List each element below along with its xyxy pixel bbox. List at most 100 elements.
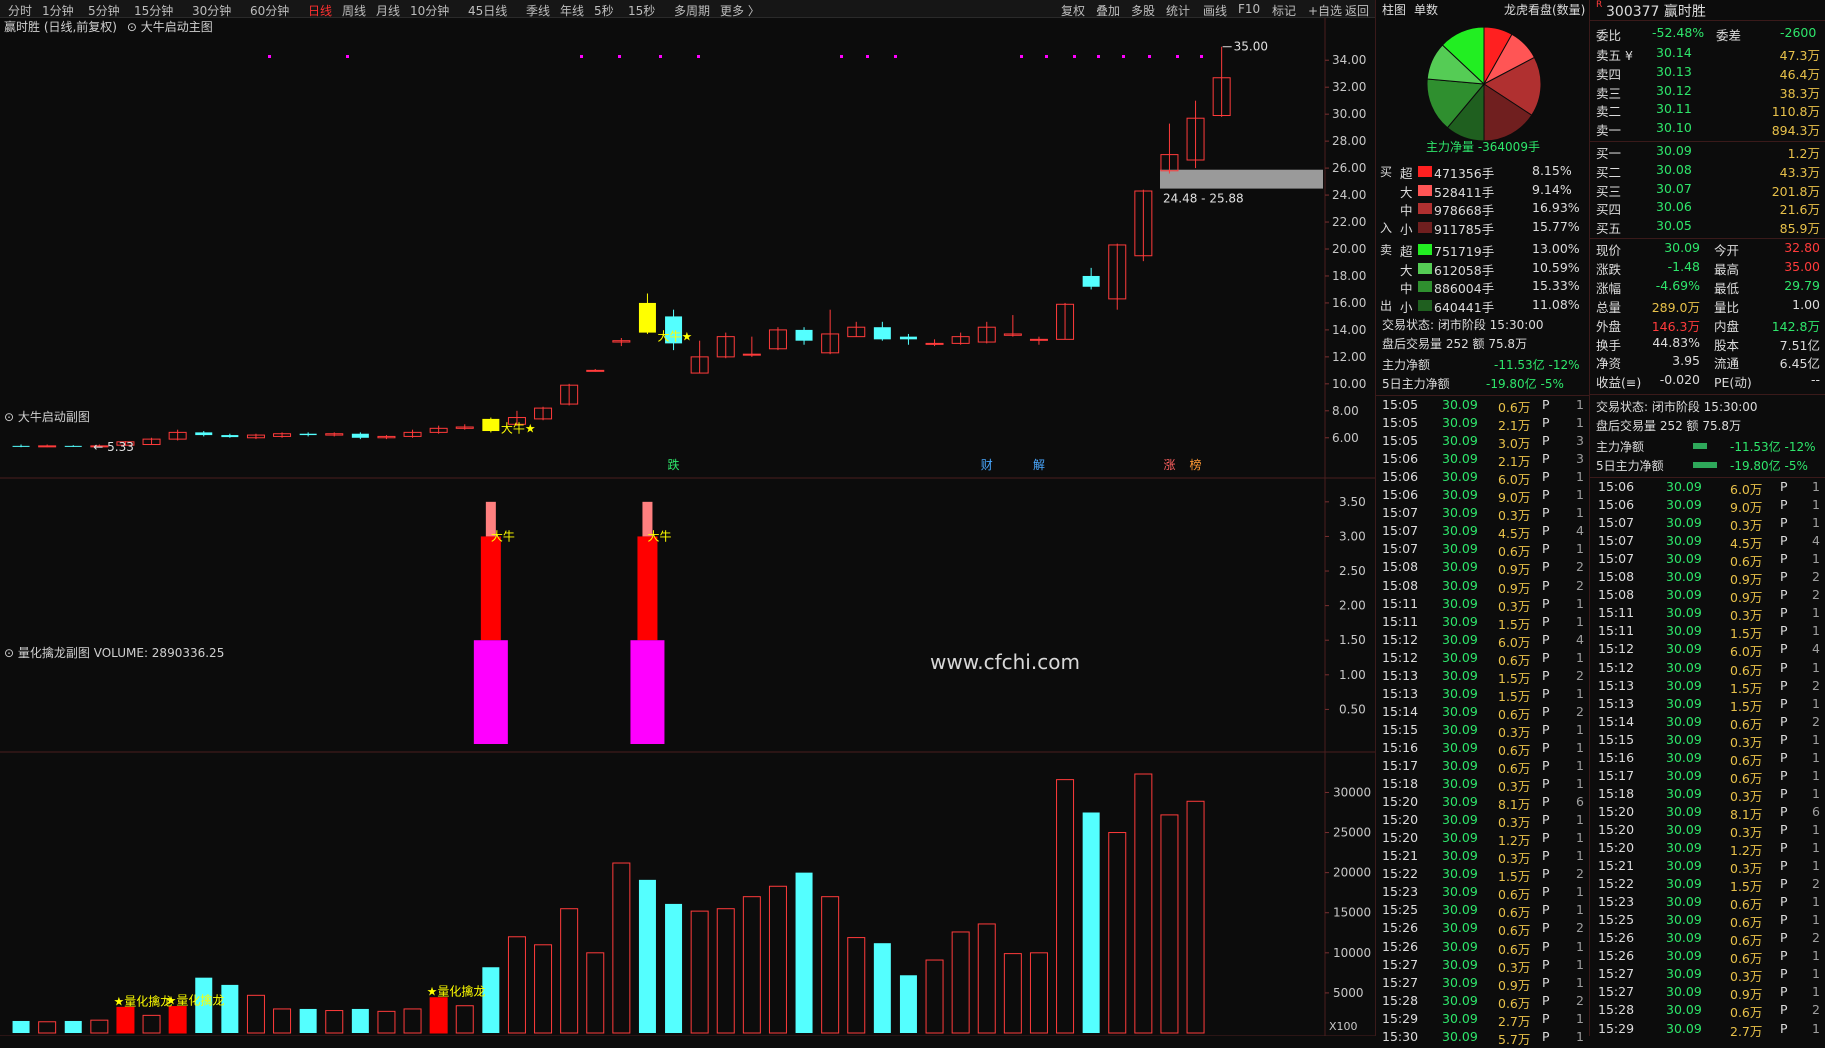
period-tab-15[interactable]: 多周期 <box>674 2 710 19</box>
period-tab-5[interactable]: 60分钟 <box>250 2 289 19</box>
ask-row-4[interactable]: 卖一 30.10 894.3万 <box>1590 120 1825 138</box>
period-tab-9[interactable]: 10分钟 <box>410 2 449 19</box>
volume-bar[interactable] <box>612 862 631 1034</box>
event-tag[interactable]: 跌 <box>668 457 680 472</box>
volume-bar[interactable] <box>638 879 656 1033</box>
volume-bar[interactable] <box>873 943 891 1033</box>
volume-bar[interactable] <box>742 896 761 1034</box>
bid-row-0[interactable]: 买一 30.09 1.2万 <box>1590 143 1825 161</box>
volume-bar[interactable] <box>64 1020 82 1033</box>
indicator-title[interactable]: ⊙ 大牛启动主图 <box>127 20 213 34</box>
period-tab-2[interactable]: 5分钟 <box>88 2 120 19</box>
volume-bar[interactable] <box>560 908 579 1034</box>
candle-body[interactable] <box>925 342 944 345</box>
volume-bar[interactable] <box>925 959 944 1034</box>
volume-bar[interactable] <box>377 1010 396 1034</box>
tool-0[interactable]: 复权 <box>1061 2 1085 19</box>
period-tab-16[interactable]: 更多 〉 <box>720 2 760 19</box>
volume-bar[interactable] <box>273 1008 292 1034</box>
period-tab-13[interactable]: 5秒 <box>594 2 614 19</box>
period-tab-4[interactable]: 30分钟 <box>192 2 231 19</box>
tool-2[interactable]: 多股 <box>1131 2 1155 19</box>
candle-body[interactable] <box>195 432 213 436</box>
event-tag[interactable]: 财 <box>981 458 993 472</box>
tool-1[interactable]: 叠加 <box>1096 2 1120 19</box>
candle-body[interactable] <box>586 369 605 372</box>
volume-bar[interactable] <box>821 896 840 1034</box>
volume-bar[interactable] <box>325 1010 344 1034</box>
bid-row-2[interactable]: 买三 30.07 201.8万 <box>1590 181 1825 199</box>
candle-body[interactable] <box>1082 275 1100 287</box>
candle-body[interactable] <box>221 435 239 438</box>
stock-code-name[interactable]: 300377 赢时胜 <box>1606 1 1706 21</box>
volume-bar[interactable] <box>768 885 787 1034</box>
volume-bar[interactable] <box>142 1014 161 1034</box>
sub2-title[interactable]: ⊙ 量化擒龙副图 VOLUME: 2890336.25 <box>4 644 224 661</box>
ask-row-3[interactable]: 卖二 30.11 110.8万 <box>1590 101 1825 119</box>
tool-4[interactable]: 画线 <box>1203 2 1227 19</box>
bid-row-3[interactable]: 买四 30.06 21.6万 <box>1590 199 1825 217</box>
bid-row-4[interactable]: 买五 30.05 85.9万 <box>1590 218 1825 236</box>
candle-body[interactable] <box>638 302 656 333</box>
volume-bar[interactable] <box>507 936 526 1034</box>
volume-bar[interactable] <box>38 1021 57 1034</box>
sub1-title[interactable]: ⊙ 大牛启动副图 <box>4 408 90 425</box>
volume-bar[interactable] <box>1029 952 1048 1034</box>
candle-body[interactable] <box>873 327 891 340</box>
kline-chart[interactable]: 34.00 32.00 30.00 28.00 26.00 24.00 22.00 20.00… <box>0 18 1375 1036</box>
volume-bar[interactable] <box>1056 779 1075 1034</box>
tool-7[interactable]: +自选 <box>1308 2 1342 19</box>
volume-bar[interactable] <box>1134 773 1153 1034</box>
tool-3[interactable]: 统计 <box>1166 2 1190 19</box>
volume-bar[interactable] <box>1108 832 1127 1034</box>
volume-bar[interactable] <box>1082 812 1100 1033</box>
volume-bar[interactable] <box>351 1008 369 1033</box>
volume-bar[interactable] <box>665 903 683 1033</box>
period-tab-14[interactable]: 15秒 <box>628 2 655 19</box>
volume-bar[interactable] <box>246 994 265 1034</box>
period-tab-3[interactable]: 15分钟 <box>134 2 173 19</box>
volume-bar[interactable] <box>403 1008 422 1034</box>
chart-area[interactable]: 34.00 32.00 30.00 28.00 26.00 24.00 22.00 20.00… <box>0 18 1375 1036</box>
volume-bar[interactable] <box>534 944 553 1034</box>
volume-bar[interactable] <box>221 984 239 1033</box>
period-tab-11[interactable]: 季线 <box>526 2 550 19</box>
candle-body[interactable] <box>351 433 369 438</box>
event-tag[interactable]: 榜 <box>1190 457 1202 472</box>
volume-bar[interactable] <box>12 1020 30 1033</box>
ask-row-1[interactable]: 卖四 30.13 46.4万 <box>1590 64 1825 82</box>
candle-body[interactable] <box>482 418 500 432</box>
volume-bar[interactable] <box>455 1005 474 1034</box>
volume-bar[interactable] <box>299 1008 317 1033</box>
bid-row-1[interactable]: 买二 30.08 43.3万 <box>1590 162 1825 180</box>
ask-row-0[interactable]: 卖五 ¥ 30.14 47.3万 <box>1590 45 1825 63</box>
volume-bar[interactable] <box>482 967 500 1033</box>
volume-bar[interactable] <box>847 937 866 1034</box>
volume-bar[interactable] <box>90 1019 109 1034</box>
candle-body[interactable] <box>899 336 917 340</box>
candle-body[interactable] <box>38 445 57 448</box>
volume-bar[interactable] <box>716 908 735 1034</box>
event-tag[interactable]: 解 <box>1033 458 1045 472</box>
volume-bar[interactable] <box>586 952 605 1034</box>
period-tab-0[interactable]: 分时 <box>8 2 32 19</box>
volume-bar[interactable] <box>951 931 970 1034</box>
candle-body[interactable] <box>12 445 30 447</box>
volume-bar[interactable] <box>1003 953 1022 1034</box>
volume-bar[interactable] <box>690 910 709 1034</box>
volume-bar[interactable] <box>429 997 448 1034</box>
volume-bar[interactable] <box>1160 814 1179 1034</box>
volume-bar[interactable] <box>795 872 813 1033</box>
volume-bar[interactable] <box>977 923 996 1034</box>
volume-bar[interactable] <box>116 1006 135 1034</box>
volume-bar[interactable] <box>168 1006 187 1034</box>
volume-bar[interactable] <box>899 975 917 1033</box>
event-tag[interactable]: 涨 <box>1163 457 1175 472</box>
candle-body[interactable] <box>64 445 82 447</box>
tool-5[interactable]: F10 <box>1238 2 1260 16</box>
ask-row-2[interactable]: 卖三 30.12 38.3万 <box>1590 83 1825 101</box>
period-tab-6[interactable]: 日线 <box>308 2 332 19</box>
candle-body[interactable] <box>742 353 761 356</box>
period-tab-12[interactable]: 年线 <box>560 2 584 19</box>
period-tab-7[interactable]: 周线 <box>342 2 366 19</box>
